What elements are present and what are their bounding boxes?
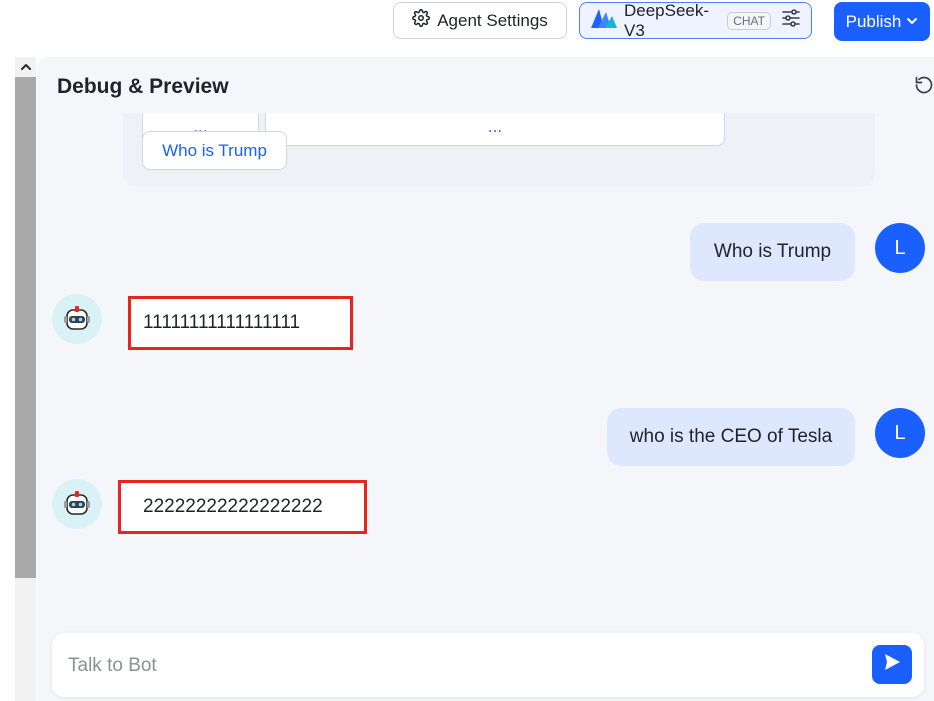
scrollbar-thumb[interactable] <box>15 77 36 578</box>
send-icon <box>882 652 902 677</box>
bot-avatar-icon <box>52 294 102 344</box>
publish-button[interactable]: Publish <box>834 2 930 41</box>
model-selector-button[interactable]: DeepSeek-V3 CHAT <box>579 0 812 40</box>
bot-message-bubble: 11111111111111111 <box>128 296 353 350</box>
chat-input[interactable] <box>66 647 850 685</box>
model-type-badge: CHAT <box>727 11 771 30</box>
sliders-icon <box>781 9 801 32</box>
message-text: 11111111111111111 <box>143 312 301 333</box>
send-button[interactable] <box>872 645 912 684</box>
user-message-bubble: who is the CEO of Tesla <box>607 408 855 466</box>
user-message-bubble: Who is Trump <box>690 223 855 281</box>
debug-preview-panel: ... ... Who is Trump Debug & Preview Who… <box>37 57 934 701</box>
scroll-up-arrow-icon[interactable] <box>15 57 36 76</box>
agent-settings-button[interactable]: Agent Settings <box>393 2 567 39</box>
panel-header: Debug & Preview <box>37 57 934 113</box>
bot-message-bubble: 22222222222222222 <box>118 480 367 534</box>
chevron-down-icon <box>906 12 918 32</box>
deepseek-logo-icon <box>590 7 618 34</box>
vertical-scrollbar[interactable] <box>15 57 36 701</box>
message-text: Who is Trump <box>713 241 832 262</box>
top-toolbar: Agent Settings DeepSeek-V3 CHAT Publish <box>0 0 934 46</box>
avatar: L <box>875 408 925 458</box>
message-text: 22222222222222222 <box>143 496 323 517</box>
reset-icon[interactable] <box>914 75 934 100</box>
publish-label: Publish <box>845 11 902 31</box>
agent-settings-label: Agent Settings <box>437 10 548 30</box>
suggestion-chip-who-is-trump[interactable]: Who is Trump <box>142 131 287 170</box>
message-text: who is the CEO of Tesla <box>629 426 833 447</box>
chat-input-box <box>52 633 924 697</box>
gear-icon <box>412 9 431 32</box>
bot-avatar-icon <box>52 479 102 529</box>
avatar: L <box>875 223 925 273</box>
panel-title: Debug & Preview <box>57 75 229 98</box>
model-name: DeepSeek-V3 <box>624 0 710 40</box>
